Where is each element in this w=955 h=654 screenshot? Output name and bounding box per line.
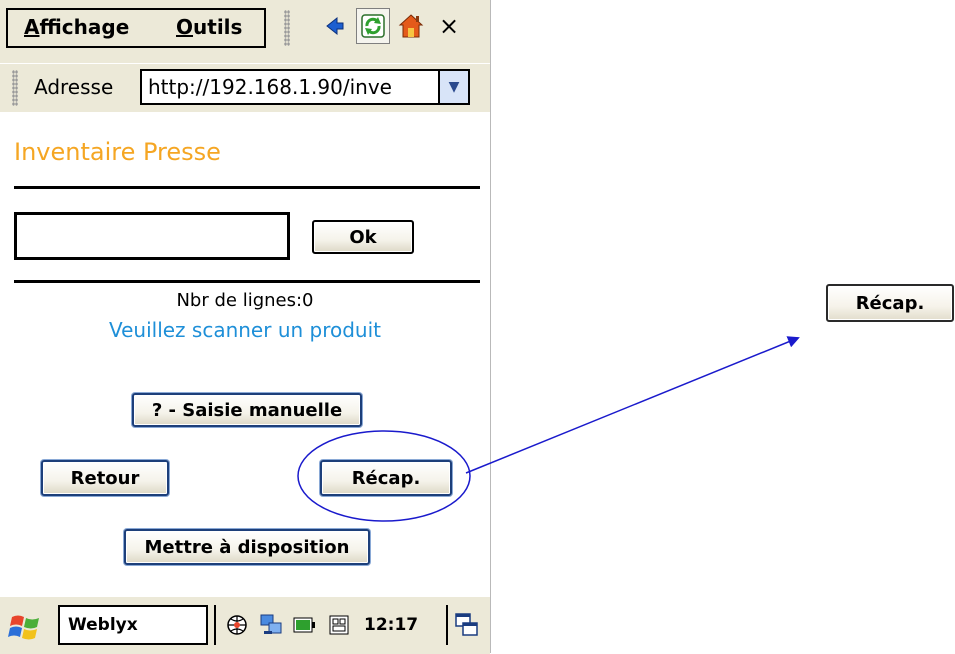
callout-recap-button: Récap. xyxy=(826,284,954,322)
power-icon xyxy=(293,617,315,633)
line-count-text: Nbr de lignes:0 xyxy=(176,290,314,311)
home-icon xyxy=(398,14,424,38)
input-panel-icon xyxy=(329,615,349,635)
computers-icon xyxy=(260,614,282,634)
page-title: Inventaire Presse xyxy=(14,138,221,166)
menu-outils[interactable]: Outils xyxy=(168,8,250,46)
menu-affichage[interactable]: Affichage xyxy=(16,8,137,46)
menu-affichage-mnemonic: A xyxy=(24,15,40,39)
divider-bottom xyxy=(14,280,480,283)
divider-top xyxy=(14,186,480,189)
ok-button[interactable]: Ok xyxy=(312,220,414,254)
recap-button[interactable]: Récap. xyxy=(320,460,452,496)
back-arrow-icon xyxy=(326,16,344,36)
taskbar: Weblyx 12:17 xyxy=(0,596,490,654)
menu-outils-mnemonic: O xyxy=(176,15,194,39)
refresh-button[interactable] xyxy=(356,8,390,44)
chevron-down-icon: ▼ xyxy=(448,79,460,95)
windows-start-icon xyxy=(8,615,39,640)
annotation-arrow xyxy=(465,336,800,474)
home-button[interactable] xyxy=(394,8,428,44)
refresh-icon xyxy=(361,14,385,38)
keyboard-icon[interactable] xyxy=(326,612,352,638)
window-switch-button[interactable] xyxy=(446,605,486,645)
make-available-button[interactable]: Mettre à disposition xyxy=(124,529,370,565)
address-grip[interactable] xyxy=(12,70,18,106)
connection-icon[interactable] xyxy=(258,612,284,638)
task-weblyx[interactable]: Weblyx xyxy=(58,605,208,645)
address-dropdown-button[interactable]: ▼ xyxy=(440,69,470,105)
network-globe-icon xyxy=(227,615,247,635)
clock[interactable]: 12:17 xyxy=(364,615,418,635)
toolbar-grip[interactable] xyxy=(284,10,290,46)
address-label: Adresse xyxy=(34,75,114,99)
address-input[interactable]: http://192.168.1.90/inve xyxy=(140,69,440,105)
scan-input[interactable] xyxy=(14,212,290,260)
menu-bar: Affichage Outils × xyxy=(0,0,490,63)
system-tray: 12:17 xyxy=(214,605,446,645)
window-switch-icon xyxy=(455,613,478,636)
device-screen: Affichage Outils × Adresse http://192.16… xyxy=(0,0,491,654)
close-button[interactable]: × xyxy=(432,8,466,44)
manual-entry-button[interactable]: ? - Saisie manuelle xyxy=(132,393,362,427)
menu-outils-label: utils xyxy=(193,15,243,39)
battery-icon[interactable] xyxy=(292,612,318,638)
menu-affichage-label: ffichage xyxy=(39,15,130,39)
network-icon[interactable] xyxy=(224,612,250,638)
close-icon: × xyxy=(438,12,460,40)
scan-prompt-text: Veuillez scanner un produit xyxy=(108,318,382,342)
address-bar: Adresse http://192.168.1.90/inve ▼ xyxy=(0,63,490,112)
back-button[interactable] xyxy=(318,8,352,44)
back-page-button[interactable]: Retour xyxy=(41,460,169,496)
start-button[interactable] xyxy=(8,609,44,645)
